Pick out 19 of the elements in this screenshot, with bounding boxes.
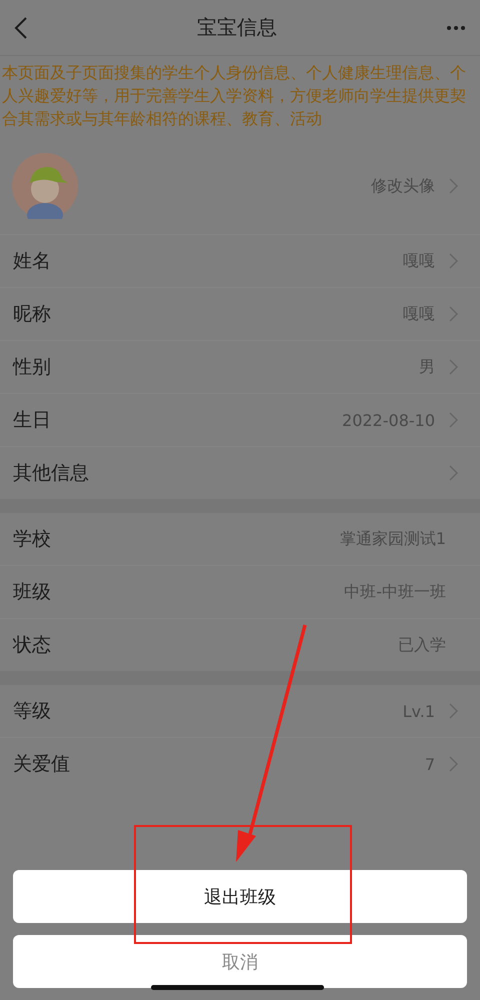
field-label: 班级 bbox=[13, 580, 52, 605]
field-label: 状态 bbox=[13, 633, 52, 658]
field-label: 昵称 bbox=[13, 302, 52, 327]
back-button[interactable] bbox=[14, 16, 28, 38]
field-label: 其他信息 bbox=[13, 461, 90, 486]
field-label: 等级 bbox=[13, 699, 52, 724]
cancel-button[interactable]: 取消 bbox=[13, 935, 467, 988]
leave-class-button[interactable]: 退出班级 bbox=[13, 870, 467, 923]
avatar bbox=[12, 153, 78, 219]
field-label: 性别 bbox=[13, 355, 52, 380]
more-icon bbox=[446, 24, 466, 30]
more-button[interactable] bbox=[446, 24, 466, 30]
back-icon bbox=[14, 16, 28, 38]
field-label: 学校 bbox=[13, 527, 52, 552]
privacy-notice: 本页面及子页面搜集的学生个人身份信息、个人健康生理信息、个人兴趣爱好等，用于完善学生入学资料，方便老师向学生提供更契合其需求或与其年龄相符的课程、教育、活动 bbox=[2, 62, 467, 130]
field-label: 生日 bbox=[13, 408, 52, 433]
field-label: 姓名 bbox=[13, 249, 52, 274]
field-label: 关爱值 bbox=[13, 752, 71, 777]
page-title: 宝宝信息 bbox=[197, 14, 277, 41]
